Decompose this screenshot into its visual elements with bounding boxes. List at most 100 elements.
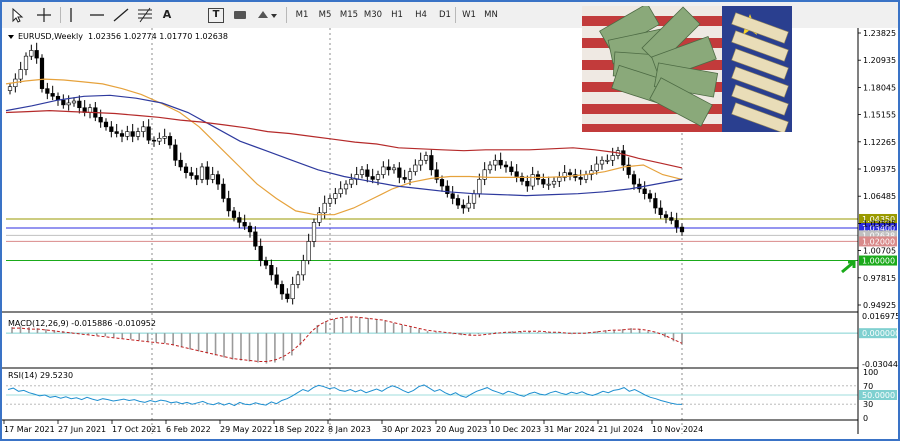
price-tick-label: 1.00705 bbox=[863, 247, 896, 256]
label-tool-icon[interactable]: T bbox=[208, 8, 224, 23]
candle-body bbox=[178, 159, 183, 168]
candle-body bbox=[306, 241, 311, 261]
candle-body bbox=[445, 185, 450, 194]
timeframe-m5[interactable]: M5 bbox=[315, 6, 335, 24]
candle-body bbox=[375, 174, 381, 180]
candle-body bbox=[34, 50, 39, 59]
candle-body bbox=[359, 169, 365, 175]
price-tick-label: 1.20935 bbox=[863, 56, 896, 65]
candle-body bbox=[103, 121, 109, 128]
candle-body bbox=[551, 180, 557, 185]
candle-body bbox=[269, 265, 274, 276]
candle-body bbox=[514, 171, 519, 177]
candle-body bbox=[221, 183, 226, 199]
candle-body bbox=[642, 188, 647, 194]
time-axis-label: 6 Feb 2022 bbox=[166, 425, 211, 434]
time-axis-label: 17 Oct 2021 bbox=[112, 425, 161, 434]
candle-body bbox=[541, 179, 546, 185]
rsi-tick-label: 50.0000 bbox=[862, 391, 895, 400]
candle-body bbox=[258, 245, 263, 261]
candle-body bbox=[477, 179, 482, 194]
candle-body bbox=[487, 164, 493, 171]
crosshair-icon[interactable] bbox=[36, 6, 52, 24]
candle-body bbox=[610, 155, 615, 161]
candle-body bbox=[471, 193, 477, 204]
candle-body bbox=[370, 176, 375, 180]
candle-body bbox=[599, 159, 605, 165]
candle-body bbox=[333, 193, 338, 199]
candle-body bbox=[338, 188, 343, 194]
candle-body bbox=[397, 167, 402, 178]
candle-body bbox=[439, 179, 445, 187]
usd-eur-banknotes-image bbox=[582, 6, 792, 132]
timeframe-h4[interactable]: H4 bbox=[411, 6, 431, 24]
candle-body bbox=[167, 136, 173, 146]
candle-body bbox=[237, 217, 242, 223]
timeframe-w1[interactable]: W1 bbox=[459, 6, 479, 24]
price-tick-label: 1.18045 bbox=[863, 83, 896, 92]
candle-body bbox=[7, 86, 13, 91]
candle-body bbox=[66, 102, 71, 106]
candle-body bbox=[658, 207, 663, 215]
candle-body bbox=[231, 210, 237, 218]
candle-body bbox=[583, 174, 589, 180]
timeframe-h1[interactable]: H1 bbox=[387, 6, 407, 24]
price-tick-label: 0.97815 bbox=[863, 274, 896, 283]
horizontal-line-icon[interactable] bbox=[88, 6, 106, 24]
time-axis-label: 17 Mar 2021 bbox=[4, 425, 55, 434]
candle-body bbox=[349, 179, 354, 185]
candle-body bbox=[114, 131, 119, 134]
rsi-tick-label: 0 bbox=[863, 414, 868, 423]
price-tick-label: 1.23825 bbox=[863, 29, 896, 38]
price-tick-label: 1.06485 bbox=[863, 192, 896, 201]
shapes-dropdown-icon[interactable] bbox=[256, 6, 278, 24]
candle-body bbox=[498, 159, 503, 166]
candle-body bbox=[621, 150, 626, 166]
candle-body bbox=[18, 69, 23, 80]
time-axis-label: 8 Jan 2023 bbox=[328, 425, 371, 434]
candle-body bbox=[130, 131, 135, 137]
candle-body bbox=[509, 166, 514, 173]
macd-label: MACD(12,26,9) -0.015886 -0.010952 bbox=[8, 319, 156, 328]
vertical-line-icon[interactable] bbox=[64, 6, 78, 24]
candle-body bbox=[109, 126, 114, 132]
candle-body bbox=[429, 155, 434, 171]
trendline-icon[interactable] bbox=[112, 6, 130, 24]
candle-body bbox=[119, 133, 125, 137]
timeframe-mn[interactable]: MN bbox=[481, 6, 501, 24]
rsi-tick-label: 100 bbox=[863, 368, 878, 377]
candle-body bbox=[407, 171, 413, 180]
candle-body bbox=[263, 260, 269, 266]
candle-body bbox=[413, 164, 418, 173]
candle-body bbox=[402, 177, 407, 180]
candle-body bbox=[343, 183, 349, 190]
candle-body bbox=[365, 169, 370, 177]
candle-body bbox=[578, 177, 583, 180]
candle-body bbox=[135, 131, 141, 137]
terminal-window: A T M1 M5 M15 M30 H1 H4 D1 W1 MN 1.04350… bbox=[0, 0, 900, 441]
time-axis-label: 30 Apr 2023 bbox=[382, 425, 431, 434]
timeframe-m1[interactable]: M1 bbox=[292, 6, 312, 24]
candle-body bbox=[391, 167, 397, 171]
timeframe-m30[interactable]: M30 bbox=[362, 6, 384, 24]
time-axis-label: 21 Jul 2024 bbox=[598, 425, 643, 434]
time-axis-label: 29 May 2022 bbox=[220, 425, 272, 434]
candle-body bbox=[647, 193, 653, 199]
fibonacci-icon[interactable] bbox=[136, 6, 154, 24]
candle-body bbox=[567, 172, 573, 175]
candle-body bbox=[23, 55, 29, 70]
candle-body bbox=[71, 100, 77, 104]
candle-body bbox=[151, 139, 157, 142]
candle-body bbox=[466, 202, 471, 209]
rectangle-icon[interactable] bbox=[232, 6, 248, 24]
rsi-label: RSI(14) 29.5230 bbox=[8, 371, 73, 380]
timeframe-d1[interactable]: D1 bbox=[435, 6, 455, 24]
candle-body bbox=[141, 126, 146, 132]
text-tool-icon[interactable]: A bbox=[160, 6, 174, 24]
timeframe-m15[interactable]: M15 bbox=[338, 6, 360, 24]
price-tick-label: 0.94925 bbox=[863, 301, 896, 310]
candle-body bbox=[242, 222, 247, 227]
cursor-icon[interactable] bbox=[10, 6, 24, 24]
price-tick-label: 1.03595 bbox=[863, 219, 896, 228]
candle-body bbox=[45, 88, 50, 94]
